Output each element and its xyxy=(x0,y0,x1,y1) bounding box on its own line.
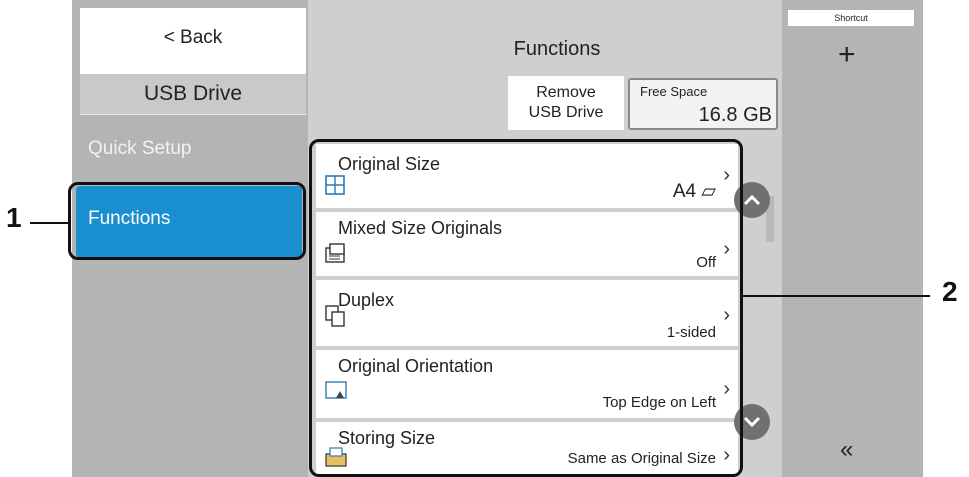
shortcut-label: Shortcut xyxy=(788,10,914,26)
callout-number-1: 1 xyxy=(6,202,22,233)
chevron-down-icon xyxy=(743,416,761,428)
page-title: Functions xyxy=(513,38,601,60)
callout-line-2 xyxy=(742,295,930,297)
collapse-button[interactable]: « xyxy=(840,436,853,464)
callout-outline-function-list xyxy=(309,139,743,477)
add-shortcut-button[interactable]: + xyxy=(838,40,856,70)
callout-number-2: 2 xyxy=(942,276,958,307)
nav-item-quick-setup[interactable]: Quick Setup xyxy=(88,138,192,160)
usb-drive-title: USB Drive xyxy=(80,74,306,115)
remove-usb-label-2: USB Drive xyxy=(528,104,604,121)
remove-usb-label-1: Remove xyxy=(536,84,596,101)
shortcut-panel: Shortcut + « xyxy=(782,0,923,477)
callout-line-1 xyxy=(30,222,70,224)
free-space-label: Free Space xyxy=(640,84,708,99)
remove-usb-button[interactable]: Remove USB Drive xyxy=(508,76,624,130)
callout-outline-functions xyxy=(68,182,306,260)
free-space-box: Free Space 16.8 GB xyxy=(628,78,778,130)
back-button[interactable]: < Back xyxy=(80,8,306,74)
chevron-up-icon xyxy=(743,194,761,206)
free-space-value: 16.8 GB xyxy=(698,104,772,126)
